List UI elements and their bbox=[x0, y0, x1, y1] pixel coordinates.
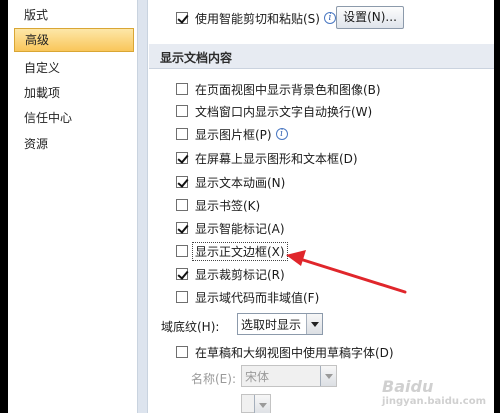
option-smart-cut-paste[interactable]: 使用智能剪切和粘贴(S) i bbox=[176, 8, 336, 28]
option-row[interactable]: 显示域代码而非域值(F) bbox=[176, 287, 319, 307]
nav-item-trust-center[interactable]: 信任中心 bbox=[14, 107, 134, 131]
option-checkbox[interactable] bbox=[176, 291, 188, 303]
options-dialog: 版式 高级 自定义 加載项 信任中心 资源 使用智能剪切和粘贴(S) i 设置(… bbox=[8, 0, 494, 413]
option-checkbox[interactable] bbox=[176, 105, 188, 117]
nav-divider bbox=[138, 0, 148, 413]
option-label: 显示裁剪标记(R) bbox=[195, 267, 285, 282]
option-checkbox[interactable] bbox=[176, 152, 188, 164]
option-row[interactable]: 显示文本动画(N) bbox=[176, 172, 285, 192]
watermark-sub: jingyan.baidu.com bbox=[382, 396, 486, 407]
font-size-select[interactable] bbox=[241, 394, 271, 413]
option-checkbox[interactable] bbox=[176, 176, 188, 188]
option-label: 显示图片框(P) bbox=[195, 127, 272, 142]
chevron-down-icon[interactable] bbox=[320, 366, 336, 386]
option-checkbox[interactable] bbox=[176, 222, 188, 234]
settings-button[interactable]: 设置(N)... bbox=[336, 6, 404, 29]
option-label: 显示智能标记(A) bbox=[195, 221, 285, 236]
chevron-down-icon[interactable] bbox=[306, 314, 322, 334]
field-shading-select[interactable]: 选取时显示 bbox=[237, 313, 323, 335]
option-row[interactable]: 在页面视图中显示背景色和图像(B) bbox=[176, 79, 381, 99]
nav-item-addins[interactable]: 加載项 bbox=[14, 82, 134, 106]
advanced-options-panel: 使用智能剪切和粘贴(S) i 设置(N)... 显示文档内容 在页面视图中显示背… bbox=[149, 0, 494, 413]
watermark-text: Baidu bbox=[382, 377, 434, 396]
option-label: 文档窗口内显示文字自动换行(W) bbox=[195, 104, 373, 119]
option-show-text-boundaries[interactable]: 显示正文边框(X) bbox=[176, 241, 288, 261]
option-label: 在屏幕上显示图形和文本框(D) bbox=[195, 151, 358, 166]
options-nav: 版式 高级 自定义 加載项 信任中心 资源 bbox=[8, 0, 138, 413]
watermark-logo: Baidu jingyan.baidu.com bbox=[382, 377, 486, 407]
draft-font-checkbox[interactable] bbox=[176, 346, 188, 358]
option-label: 显示域代码而非域值(F) bbox=[195, 290, 320, 305]
font-name-label: 名称(E): bbox=[191, 372, 236, 386]
smart-cut-checkbox[interactable] bbox=[176, 12, 188, 24]
draft-font-label: 在草稿和大纲视图中使用草稿字体(D) bbox=[195, 345, 394, 360]
nav-item-customize[interactable]: 自定义 bbox=[14, 57, 134, 81]
text-boundaries-label: 显示正文边框(X) bbox=[192, 241, 288, 261]
option-row[interactable]: 显示图片框(P) i bbox=[176, 124, 288, 144]
option-row[interactable]: 显示书签(K) bbox=[176, 195, 260, 215]
option-label: 在页面视图中显示背景色和图像(B) bbox=[195, 82, 381, 97]
font-name-select[interactable]: 宋体 bbox=[241, 365, 337, 387]
option-label: 显示书签(K) bbox=[195, 198, 261, 213]
nav-item-resources[interactable]: 资源 bbox=[14, 133, 134, 157]
chevron-down-icon[interactable] bbox=[254, 395, 270, 413]
option-checkbox[interactable] bbox=[176, 83, 188, 95]
section-header: 显示文档内容 bbox=[149, 44, 494, 69]
option-draft-font[interactable]: 在草稿和大纲视图中使用草稿字体(D) bbox=[176, 342, 394, 362]
option-label: 显示文本动画(N) bbox=[195, 175, 286, 190]
option-row[interactable]: 文档窗口内显示文字自动换行(W) bbox=[176, 101, 372, 121]
field-shading-value: 选取时显示 bbox=[241, 317, 302, 332]
info-icon: i bbox=[275, 128, 288, 140]
option-row[interactable]: 显示智能标记(A) bbox=[176, 218, 285, 238]
info-icon: i bbox=[323, 12, 336, 24]
option-checkbox[interactable] bbox=[176, 268, 188, 280]
smart-cut-label: 使用智能剪切和粘贴(S) bbox=[195, 11, 320, 26]
option-row[interactable]: 在屏幕上显示图形和文本框(D) bbox=[176, 148, 358, 168]
nav-item-advanced[interactable]: 高级 bbox=[14, 28, 134, 52]
text-boundaries-checkbox[interactable] bbox=[176, 245, 188, 257]
nav-item-layout[interactable]: 版式 bbox=[14, 4, 134, 28]
option-checkbox[interactable] bbox=[176, 199, 188, 211]
option-row[interactable]: 显示裁剪标记(R) bbox=[176, 264, 285, 284]
section-title: 显示文档内容 bbox=[160, 51, 233, 65]
field-shading-label: 域底纹(H): bbox=[161, 320, 220, 334]
font-name-value: 宋体 bbox=[245, 369, 270, 384]
option-checkbox[interactable] bbox=[176, 128, 188, 140]
